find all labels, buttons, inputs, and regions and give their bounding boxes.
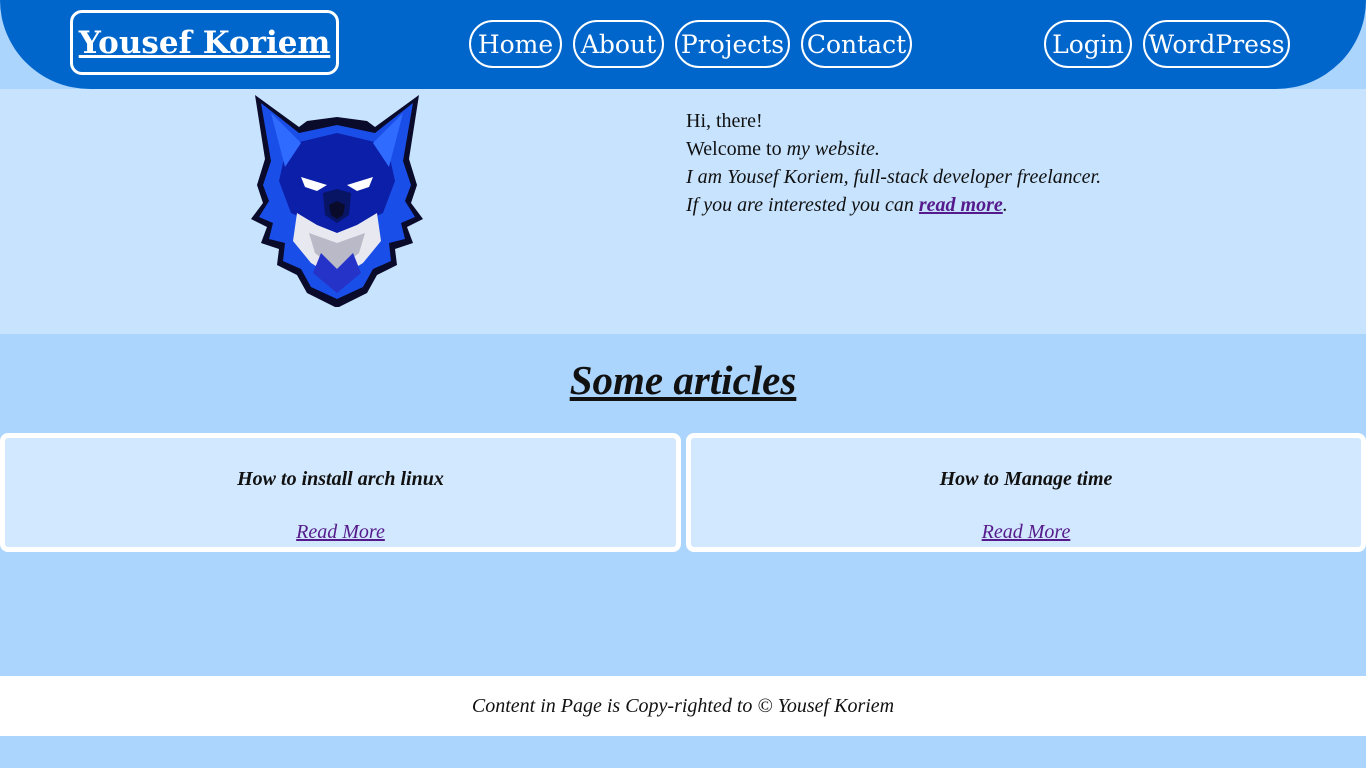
site-header: Yousef Koriem Home About Projects Contac…: [0, 0, 1366, 89]
wordpress-button[interactable]: WordPress: [1143, 20, 1290, 68]
article-read-more-link[interactable]: Read More: [5, 521, 676, 544]
nav-home[interactable]: Home: [469, 20, 562, 68]
read-more-link[interactable]: read more: [919, 194, 1003, 216]
welcome-prefix: Welcome to: [686, 138, 787, 160]
site-footer: Content in Page is Copy-righted to © You…: [0, 676, 1366, 736]
nav-projects[interactable]: Projects: [675, 20, 790, 68]
welcome-emphasis: my website: [786, 138, 875, 160]
article-title: How to install arch linux: [237, 468, 444, 490]
intro-text: I am Yousef Koriem, full-stack developer…: [686, 166, 1102, 188]
article-read-more-link[interactable]: Read More: [691, 521, 1361, 544]
hero-section: Hi, there! Welcome to my website. I am Y…: [0, 89, 1366, 334]
article-card: How to Manage time Read More: [686, 433, 1366, 552]
hero-intro: Hi, there! Welcome to my website. I am Y…: [686, 107, 1101, 219]
welcome-suffix: .: [874, 138, 880, 160]
interest-suffix: .: [1002, 194, 1008, 216]
welcome-text: Welcome to my website.: [686, 135, 1101, 163]
greeting-text: Hi, there!: [686, 110, 763, 132]
login-button[interactable]: Login: [1044, 20, 1132, 68]
nav-about[interactable]: About: [573, 20, 664, 68]
nav-contact[interactable]: Contact: [801, 20, 912, 68]
article-card: How to install arch linux Read More: [0, 433, 681, 552]
brand-home-link[interactable]: Yousef Koriem: [70, 10, 339, 75]
interest-text: If you are interested you can read more.: [686, 191, 1101, 219]
interest-prefix: If you are interested you can: [686, 194, 919, 216]
copyright-text: Content in Page is Copy-righted to © You…: [471, 694, 895, 717]
wolf-logo-icon: [251, 95, 423, 307]
article-title: How to Manage time: [939, 468, 1113, 490]
articles-heading: Some articles: [569, 357, 797, 403]
